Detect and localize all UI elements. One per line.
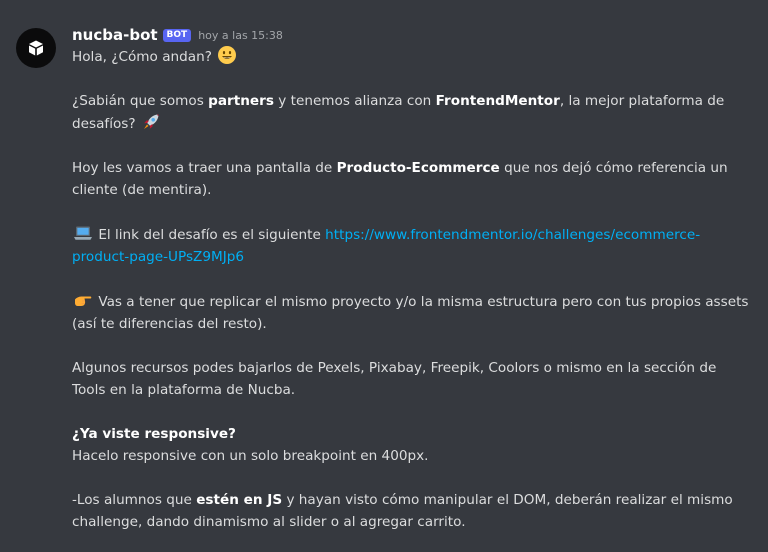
paragraph-resources: Algunos recursos podes bajarlos de Pexel… [72,357,752,401]
cube-icon [29,40,43,56]
text: -Los alumnos que [72,492,197,508]
text: Algunos recursos podes bajarlos de Pexel… [72,360,717,398]
paragraph-js: -Los alumnos que estén en JS y hayan vis… [72,489,752,533]
text: Hacelo responsive con un solo breakpoint… [72,448,429,464]
timestamp: hoy a las 15:38 [198,28,283,42]
author-name[interactable]: nucba-bot [72,26,158,44]
avatar[interactable] [16,28,56,68]
laptop-emoji [74,226,92,240]
greeting-text: Hola, ¿Cómo andan? [72,49,212,65]
paragraph-challenge: Hoy les vamos a traer una pantalla de Pr… [72,157,752,201]
pointing-hand-emoji [75,296,92,306]
smiley-emoji [218,46,237,64]
text: Hoy les vamos a traer una pantalla de [72,160,337,176]
text: y tenemos alianza con [273,93,436,109]
message-content: Hola, ¿Cómo andan? ¿Sabián que somos par… [72,45,752,533]
text: El link del desafío es el siguiente [94,227,326,243]
bot-badge: BOT [162,28,192,42]
paragraph-greeting: Hola, ¿Cómo andan? [72,45,752,68]
paragraph-responsive: Hacelo responsive con un solo breakpoint… [72,445,752,467]
bold-js: estén en JS [196,492,283,508]
text: Vas a tener que replicar el mismo proyec… [72,294,749,332]
paragraph-replicate: Vas a tener que replicar el mismo proyec… [72,290,752,335]
bold-partners: partners [208,93,274,109]
paragraph-partners: ¿Sabián que somos partners y tenemos ali… [72,90,752,135]
bold-frontendmentor: FrontendMentor [435,93,560,109]
chat-message: nucba-bot BOT hoy a las 15:38 Hola, ¿Cóm… [0,0,768,552]
paragraph-responsive-title: ¿Ya viste responsive? [72,423,752,445]
text: ¿Sabián que somos [72,93,209,109]
bold-responsive: ¿Ya viste responsive? [72,426,236,442]
paragraph-link: El link del desafío es el siguiente http… [72,223,752,268]
bold-producto: Producto-Ecommerce [336,160,500,176]
message-header: nucba-bot BOT hoy a las 15:38 [72,24,283,46]
rocket-emoji [143,114,159,129]
